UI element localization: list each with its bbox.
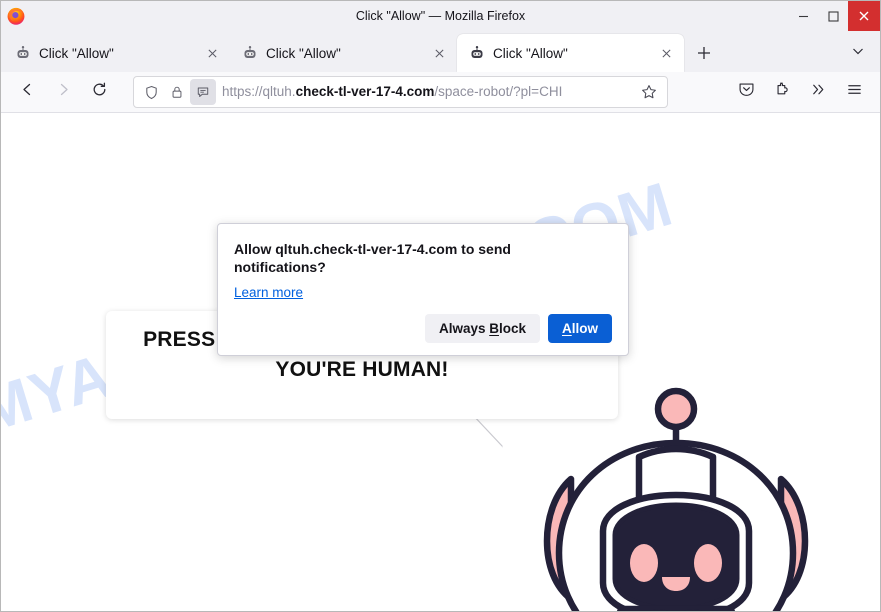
- navigation-toolbar: https://qltuh.check-tl-ver-17-4.com/spac…: [1, 72, 880, 113]
- title-bar: Click "Allow" — Mozilla Firefox: [1, 1, 880, 31]
- new-tab-button[interactable]: [688, 37, 720, 69]
- page-content: MYANTISPYWARE.COM: [1, 113, 880, 611]
- tab-close-icon[interactable]: [656, 43, 676, 63]
- window-controls: [788, 1, 880, 31]
- learn-more-link[interactable]: Learn more: [234, 285, 303, 300]
- tab-1[interactable]: Click "Allow": [3, 34, 230, 72]
- maximize-button[interactable]: [818, 1, 848, 31]
- tab-close-icon[interactable]: [202, 43, 222, 63]
- double-chevron-right-icon: [810, 81, 827, 103]
- tab-strip: Click "Allow" Click "Allow" Click "Allow…: [1, 31, 880, 72]
- overflow-menu-button[interactable]: [802, 76, 834, 108]
- firefox-logo-icon: [6, 6, 26, 26]
- tab-label: Click "Allow": [493, 45, 568, 61]
- extensions-button[interactable]: [766, 76, 798, 108]
- minimize-button[interactable]: [788, 1, 818, 31]
- permission-actions: Always Block Allow: [234, 314, 612, 344]
- close-window-button[interactable]: [848, 1, 880, 31]
- tab-2[interactable]: Click "Allow": [230, 34, 457, 72]
- url-domain: check-tl-ver-17-4.com: [295, 84, 435, 99]
- list-all-tabs-button[interactable]: [844, 39, 872, 67]
- block-label-post: lock: [498, 321, 526, 337]
- block-label-pre: Always: [438, 321, 490, 337]
- reload-button[interactable]: [83, 76, 115, 108]
- pocket-icon: [738, 81, 755, 103]
- notification-permission-popup: Allow qltuh.check-tl-ver-17-4.com to sen…: [217, 223, 629, 357]
- permission-prompt-title: Allow qltuh.check-tl-ver-17-4.com to sen…: [234, 241, 511, 276]
- allow-label-post: llow: [571, 321, 598, 337]
- bookmark-star-icon[interactable]: [637, 80, 661, 104]
- tab-label: Click "Allow": [39, 45, 114, 61]
- app-menu-button[interactable]: [838, 76, 870, 108]
- robot-favicon-icon: [469, 45, 485, 61]
- reload-icon: [91, 81, 108, 103]
- url-subdomain: qltuh.: [262, 84, 296, 99]
- robot-favicon-icon: [242, 45, 258, 61]
- hamburger-menu-icon: [846, 81, 863, 103]
- tab-close-icon[interactable]: [429, 43, 449, 63]
- shield-icon[interactable]: [138, 79, 164, 105]
- tab-3-active[interactable]: Click "Allow": [457, 34, 684, 72]
- headline-line-2: YOU'RE HUMAN!: [275, 357, 449, 381]
- always-block-button[interactable]: Always Block: [424, 314, 540, 344]
- puzzle-piece-icon: [774, 81, 791, 103]
- tab-label: Click "Allow": [266, 45, 341, 61]
- back-button[interactable]: [11, 76, 43, 108]
- forward-button[interactable]: [47, 76, 79, 108]
- window-title: Click "Allow" — Mozilla Firefox: [355, 8, 526, 23]
- arrow-left-icon: [19, 81, 36, 103]
- url-text[interactable]: https://qltuh.check-tl-ver-17-4.com/spac…: [222, 77, 637, 107]
- robot-favicon-icon: [15, 45, 31, 61]
- lock-icon[interactable]: [164, 79, 190, 105]
- browser-window: Click "Allow" — Mozilla Firefox Click "A…: [0, 0, 881, 612]
- arrow-right-icon: [55, 81, 72, 103]
- url-scheme: https://: [222, 84, 263, 99]
- block-label-accel: B: [489, 321, 499, 337]
- allow-label-accel: A: [562, 321, 572, 337]
- toolbar-right-group: [728, 76, 872, 108]
- allow-button[interactable]: Allow: [548, 314, 612, 344]
- chevron-down-icon: [851, 44, 865, 63]
- card-tail-icon: [470, 413, 504, 448]
- notification-permission-icon[interactable]: [190, 79, 216, 105]
- address-bar[interactable]: https://qltuh.check-tl-ver-17-4.com/spac…: [133, 76, 668, 108]
- pocket-button[interactable]: [730, 76, 762, 108]
- url-path: /space-robot/?pl=CHI: [434, 84, 563, 99]
